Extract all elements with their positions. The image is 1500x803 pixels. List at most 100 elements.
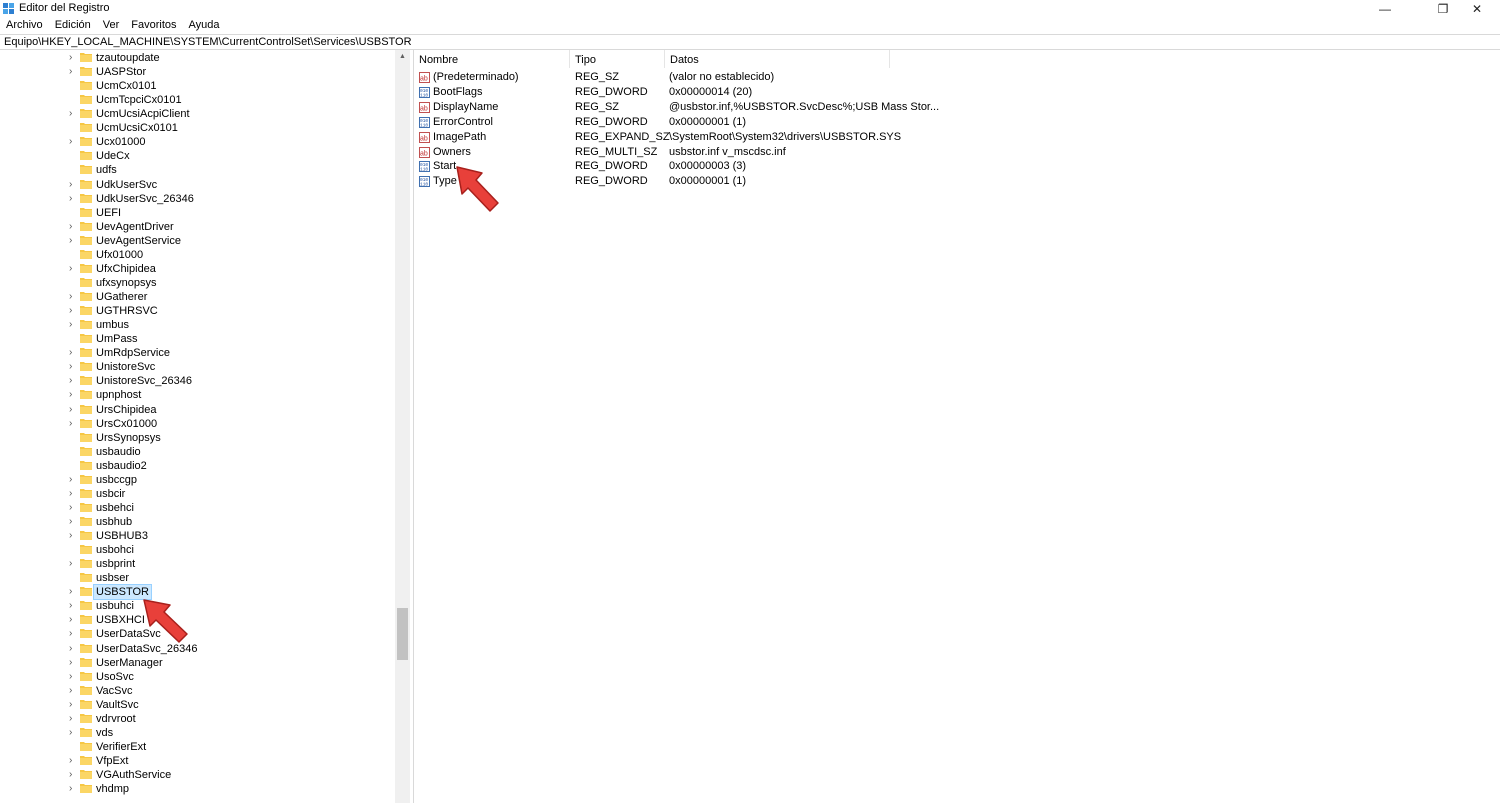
close-button[interactable]: ✕ [1454,0,1500,17]
tree-item[interactable]: › umbus [0,318,395,332]
menu-archivo[interactable]: Archivo [0,17,49,33]
chevron-right-icon[interactable]: › [69,516,78,528]
tree-item[interactable]: › usbhub [0,515,395,529]
tree-item[interactable]: › VacSvc [0,684,395,698]
menu-ver[interactable]: Ver [97,17,126,33]
scrollbar-thumb[interactable] [397,608,408,660]
tree-item[interactable]: UcmCx0101 [0,79,395,93]
tree-item[interactable]: › USBXHCI [0,613,395,627]
tree-item[interactable]: › UcmUcsiAcpiClient [0,107,395,121]
tree-item[interactable]: › vds [0,726,395,740]
menu-ayuda[interactable]: Ayuda [183,17,226,33]
minimize-button[interactable]: — [1362,0,1408,17]
chevron-right-icon[interactable]: › [69,530,78,542]
menu-favoritos[interactable]: Favoritos [125,17,182,33]
tree-item[interactable]: › UGTHRSVC [0,304,395,318]
chevron-right-icon[interactable]: › [69,713,78,725]
chevron-right-icon[interactable]: › [69,558,78,570]
chevron-right-icon[interactable]: › [69,221,78,233]
tree-item[interactable]: › UrsCx01000 [0,417,395,431]
tree-item[interactable]: udfs [0,163,395,177]
tree-item[interactable]: › USBHUB3 [0,529,395,543]
chevron-right-icon[interactable]: › [69,108,78,120]
tree-item[interactable]: › Ucx01000 [0,135,395,149]
chevron-right-icon[interactable]: › [69,657,78,669]
chevron-right-icon[interactable]: › [69,263,78,275]
value-row[interactable]: 010 110 BootFlags REG_DWORD 0x00000014 (20) [414,85,1314,100]
chevron-right-icon[interactable]: › [69,783,78,795]
tree-item[interactable]: Ufx01000 [0,248,395,262]
chevron-right-icon[interactable]: › [69,136,78,148]
tree-item[interactable]: › usbehci [0,501,395,515]
chevron-right-icon[interactable]: › [69,628,78,640]
tree-item[interactable]: › VaultSvc [0,698,395,712]
chevron-right-icon[interactable]: › [69,193,78,205]
tree-item[interactable]: › UnistoreSvc_26346 [0,374,395,388]
chevron-right-icon[interactable]: › [69,474,78,486]
tree-item[interactable]: › UGatherer [0,290,395,304]
tree-item[interactable]: › usbprint [0,557,395,571]
chevron-right-icon[interactable]: › [69,52,78,64]
tree-item[interactable]: usbser [0,571,395,585]
chevron-right-icon[interactable]: › [69,66,78,78]
value-row[interactable]: 010 110 Start REG_DWORD 0x00000003 (3) [414,159,1314,174]
tree-item[interactable]: UmPass [0,332,395,346]
value-row[interactable]: 010 110 Type REG_DWORD 0x00000001 (1) [414,174,1314,189]
value-row[interactable]: ab DisplayName REG_SZ @usbstor.inf,%USBSTOR… [414,100,1314,115]
chevron-right-icon[interactable]: › [69,755,78,767]
chevron-right-icon[interactable]: › [69,685,78,697]
tree-item[interactable]: › usbuhci [0,599,395,613]
scroll-up-icon[interactable]: ▲ [399,53,406,60]
value-row[interactable]: ab ImagePath REG_EXPAND_SZ \SystemRoot\Syst… [414,130,1314,145]
tree-item[interactable]: › UserDataSvc_26346 [0,642,395,656]
chevron-right-icon[interactable]: › [69,375,78,387]
chevron-right-icon[interactable]: › [69,600,78,612]
chevron-right-icon[interactable]: › [69,614,78,626]
column-header-name[interactable]: Nombre [414,50,570,68]
tree-item[interactable]: usbohci [0,543,395,557]
tree-item[interactable]: UcmTcpciCx0101 [0,93,395,107]
tree-item[interactable]: › usbccgp [0,473,395,487]
tree-item[interactable]: › usbcir [0,487,395,501]
value-row[interactable]: ab (Predeterminado) REG_SZ (valor no establ… [414,70,1314,85]
chevron-right-icon[interactable]: › [69,347,78,359]
chevron-right-icon[interactable]: › [69,699,78,711]
chevron-right-icon[interactable]: › [69,727,78,739]
tree-item[interactable]: › vhdmp [0,782,395,796]
chevron-right-icon[interactable]: › [69,319,78,331]
value-row[interactable]: ab Owners REG_MULTI_SZ usbstor.inf v_mscdsc… [414,145,1314,160]
tree-item[interactable]: VerifierExt [0,740,395,754]
tree-item[interactable]: › vdrvroot [0,712,395,726]
tree-item[interactable]: › UsoSvc [0,670,395,684]
chevron-right-icon[interactable]: › [69,586,78,598]
chevron-right-icon[interactable]: › [69,361,78,373]
tree-scrollbar[interactable]: ▲ [395,50,410,803]
tree-item[interactable]: › tzautoupdate [0,51,395,65]
tree-item[interactable]: › UdkUserSvc_26346 [0,192,395,206]
tree-item[interactable]: › UmRdpService [0,346,395,360]
tree-item[interactable]: › UevAgentDriver [0,220,395,234]
tree-item[interactable]: UrsSynopsys [0,431,395,445]
tree-item[interactable]: UEFI [0,206,395,220]
address-bar[interactable]: Equipo\HKEY_LOCAL_MACHINE\SYSTEM\Current… [0,34,1500,50]
chevron-right-icon[interactable]: › [69,769,78,781]
chevron-right-icon[interactable]: › [69,671,78,683]
chevron-right-icon[interactable]: › [69,389,78,401]
menu-edicin[interactable]: Edición [49,17,97,33]
tree-item[interactable]: › UdkUserSvc [0,178,395,192]
chevron-right-icon[interactable]: › [69,235,78,247]
chevron-right-icon[interactable]: › [69,404,78,416]
chevron-right-icon[interactable]: › [69,418,78,430]
chevron-right-icon[interactable]: › [69,179,78,191]
address-path[interactable]: Equipo\HKEY_LOCAL_MACHINE\SYSTEM\Current… [4,36,412,48]
tree-item[interactable]: › UserManager [0,656,395,670]
value-row[interactable]: 010 110 ErrorControl REG_DWORD 0x00000001 (1… [414,115,1314,130]
tree-item[interactable]: UcmUcsiCx0101 [0,121,395,135]
tree-item[interactable]: ufxsynopsys [0,276,395,290]
chevron-right-icon[interactable]: › [69,291,78,303]
column-header-type[interactable]: Tipo [570,50,665,68]
tree-item[interactable]: › VGAuthService [0,768,395,782]
column-header-data[interactable]: Datos [665,50,890,68]
tree-item[interactable]: › UrsChipidea [0,403,395,417]
tree-item[interactable]: › upnphost [0,388,395,402]
